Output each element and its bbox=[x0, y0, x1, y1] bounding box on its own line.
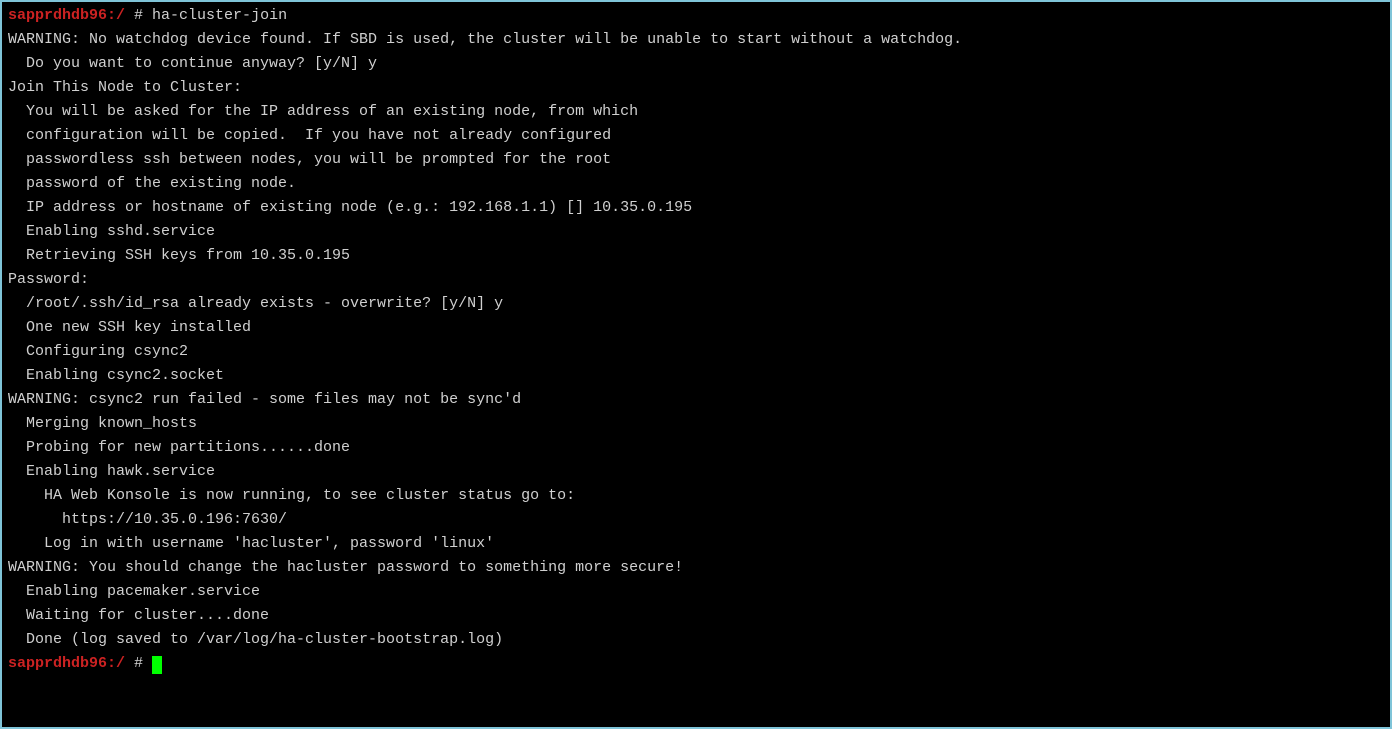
output-line: WARNING: csync2 run failed - some files … bbox=[8, 388, 1384, 412]
output-line: WARNING: You should change the hacluster… bbox=[8, 556, 1384, 580]
output-line: Probing for new partitions......done bbox=[8, 436, 1384, 460]
output-line: Password: bbox=[8, 268, 1384, 292]
output-line: Join This Node to Cluster: bbox=[8, 76, 1384, 100]
output-line: Merging known_hosts bbox=[8, 412, 1384, 436]
command-input: ha-cluster-join bbox=[152, 7, 287, 24]
output-line: Enabling csync2.socket bbox=[8, 364, 1384, 388]
output-line: Log in with username 'hacluster', passwo… bbox=[8, 532, 1384, 556]
output-line: Done (log saved to /var/log/ha-cluster-b… bbox=[8, 628, 1384, 652]
output-line: passwordless ssh between nodes, you will… bbox=[8, 148, 1384, 172]
output-line: One new SSH key installed bbox=[8, 316, 1384, 340]
output-line: IP address or hostname of existing node … bbox=[8, 196, 1384, 220]
prompt-line-2[interactable]: sapprdhdb96:/ # bbox=[8, 652, 1384, 676]
output-line: Enabling sshd.service bbox=[8, 220, 1384, 244]
output-line: https://10.35.0.196:7630/ bbox=[8, 508, 1384, 532]
output-line: Retrieving SSH keys from 10.35.0.195 bbox=[8, 244, 1384, 268]
output-line: Enabling pacemaker.service bbox=[8, 580, 1384, 604]
shell-prompt-hash: # bbox=[125, 7, 152, 24]
output-line: Enabling hawk.service bbox=[8, 460, 1384, 484]
output-line: WARNING: No watchdog device found. If SB… bbox=[8, 28, 1384, 52]
output-line: /root/.ssh/id_rsa already exists - overw… bbox=[8, 292, 1384, 316]
output-line: HA Web Konsole is now running, to see cl… bbox=[8, 484, 1384, 508]
output-line: configuration will be copied. If you hav… bbox=[8, 124, 1384, 148]
terminal-window[interactable]: sapprdhdb96:/ # ha-cluster-joinWARNING: … bbox=[2, 2, 1390, 727]
shell-prompt-host: sapprdhdb96:/ bbox=[8, 655, 125, 672]
prompt-line-1: sapprdhdb96:/ # ha-cluster-join bbox=[8, 4, 1384, 28]
cursor-block bbox=[152, 656, 162, 674]
output-line: password of the existing node. bbox=[8, 172, 1384, 196]
output-line: You will be asked for the IP address of … bbox=[8, 100, 1384, 124]
shell-prompt-hash: # bbox=[125, 655, 152, 672]
shell-prompt-host: sapprdhdb96:/ bbox=[8, 7, 125, 24]
output-line: Configuring csync2 bbox=[8, 340, 1384, 364]
output-line: Waiting for cluster....done bbox=[8, 604, 1384, 628]
output-line: Do you want to continue anyway? [y/N] y bbox=[8, 52, 1384, 76]
